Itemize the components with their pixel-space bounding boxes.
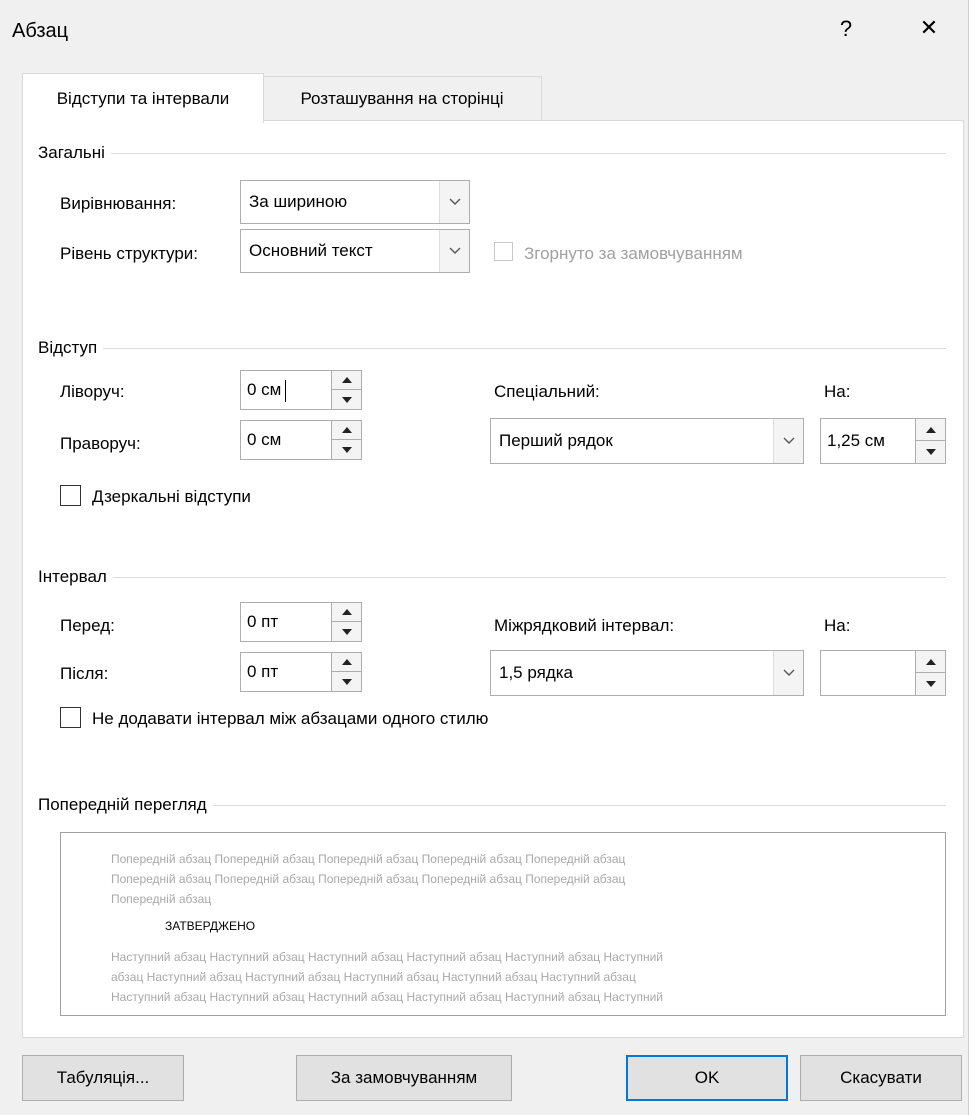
collapsed-checkbox[interactable] — [494, 242, 513, 261]
indent-by-spinner[interactable]: 1,25 см — [820, 418, 946, 464]
group-heading-spacing: Інтервал — [38, 567, 113, 587]
mirror-indents-label: Дзеркальні відступи — [92, 487, 251, 506]
spacing-before-value: 0 пт — [247, 612, 279, 631]
spin-buttons — [915, 651, 945, 695]
group-heading-general: Загальні — [38, 143, 111, 163]
close-icon: ✕ — [919, 15, 939, 40]
indent-left-value: 0 см — [247, 380, 282, 399]
spin-down-icon[interactable] — [916, 673, 945, 695]
special-indent-value: Перший рядок — [499, 431, 613, 450]
spin-down-icon[interactable] — [332, 440, 361, 459]
cancel-button[interactable]: Скасувати — [800, 1055, 962, 1101]
group-heading-preview: Попередній перегляд — [38, 795, 213, 815]
collapsed-label: Згорнуто за замовчуванням — [524, 244, 743, 263]
spin-up-icon[interactable] — [332, 653, 361, 672]
mirror-indents-checkbox[interactable] — [60, 485, 81, 506]
spin-down-icon[interactable] — [332, 672, 361, 691]
spin-up-icon[interactable] — [332, 371, 361, 390]
indent-by-label: На: — [824, 382, 851, 401]
chevron-down-icon — [439, 230, 469, 272]
preview-box: Попередній абзац Попередній абзац Попере… — [60, 832, 946, 1016]
outline-level-value: Основний текст — [249, 241, 373, 260]
line-spacing-select[interactable]: 1,5 рядка — [490, 650, 804, 696]
preview-next-line: Наступний абзац Наступний абзац Наступни… — [111, 990, 664, 1004]
outline-level-select[interactable]: Основний текст — [240, 229, 470, 273]
spin-up-icon[interactable] — [916, 419, 945, 441]
close-button[interactable]: ✕ — [912, 15, 946, 41]
preview-prev-line: Попередній абзац Попередній абзац Попере… — [111, 852, 626, 866]
alignment-label: Вирівнювання: — [60, 194, 177, 213]
group-divider — [40, 577, 946, 578]
text-cursor — [285, 380, 286, 402]
chevron-down-icon — [439, 181, 469, 223]
spin-down-icon[interactable] — [916, 441, 945, 463]
dialog-title: Абзац — [12, 20, 69, 42]
help-button[interactable]: ? — [832, 16, 860, 42]
ok-button-label: OK — [694, 1068, 720, 1087]
preview-prev-line: Попередній абзац Попередній абзац Попере… — [111, 872, 626, 886]
preview-next-line: Наступний абзац Наступний абзац Наступни… — [111, 950, 664, 964]
spacing-before-label: Перед: — [60, 616, 115, 635]
group-heading-indent: Відступ — [38, 338, 104, 358]
spacing-after-label: Після: — [60, 664, 109, 683]
indent-right-label: Праворуч: — [60, 434, 141, 453]
indent-left-label: Ліворуч: — [60, 382, 125, 401]
spin-up-icon[interactable] — [916, 651, 945, 673]
indent-by-value: 1,25 см — [827, 431, 885, 450]
chevron-down-icon — [773, 419, 803, 463]
spin-buttons — [331, 421, 361, 459]
indent-right-value: 0 см — [247, 430, 282, 449]
ok-button[interactable]: OK — [626, 1055, 788, 1101]
spin-down-icon[interactable] — [332, 390, 361, 409]
help-icon: ? — [839, 16, 853, 41]
cancel-button-label: Скасувати — [840, 1068, 922, 1087]
tabs-button-label: Табуляція... — [56, 1068, 150, 1087]
tabs-button[interactable]: Табуляція... — [22, 1055, 184, 1101]
spacing-before-spinner[interactable]: 0 пт — [240, 602, 362, 642]
chevron-down-icon — [773, 651, 803, 695]
spin-up-icon[interactable] — [332, 421, 361, 440]
spin-buttons — [331, 653, 361, 691]
group-divider — [40, 153, 946, 154]
dialog-edge — [968, 0, 969, 1115]
preview-next-line: абзац Наступний абзац Наступний абзац На… — [111, 970, 636, 984]
outline-level-label: Рівень структури: — [60, 244, 199, 263]
special-indent-select[interactable]: Перший рядок — [490, 418, 804, 464]
spacing-after-value: 0 пт — [247, 662, 279, 681]
alignment-value: За шириною — [249, 192, 348, 211]
spin-buttons — [331, 603, 361, 641]
tab-label: Розташування на сторінці — [300, 89, 504, 108]
tab-line-page-breaks[interactable]: Розташування на сторінці — [262, 76, 542, 122]
tab-indents-spacing[interactable]: Відступи та інтервали — [22, 73, 264, 123]
no-space-same-style-label: Не додавати інтервал між абзацами одного… — [92, 709, 489, 728]
indent-left-spinner[interactable]: 0 см — [240, 370, 362, 410]
line-spacing-value: 1,5 рядка — [499, 663, 574, 682]
spin-buttons — [331, 371, 361, 409]
spin-buttons — [915, 419, 945, 463]
line-spacing-at-label: На: — [824, 616, 851, 635]
set-as-default-button[interactable]: За замовчуванням — [296, 1055, 512, 1101]
spin-down-icon[interactable] — [332, 622, 361, 641]
tab-label: Відступи та інтервали — [56, 88, 230, 108]
set-as-default-button-label: За замовчуванням — [330, 1068, 478, 1087]
alignment-select[interactable]: За шириною — [240, 180, 470, 224]
preview-prev-line: Попередній абзац — [111, 892, 212, 906]
group-divider — [40, 348, 946, 349]
line-spacing-at-spinner[interactable] — [820, 650, 946, 696]
no-space-same-style-checkbox[interactable] — [60, 707, 81, 728]
spacing-after-spinner[interactable]: 0 пт — [240, 652, 362, 692]
preview-current-paragraph: ЗАТВЕРДЖЕНО — [165, 919, 256, 933]
line-spacing-label: Міжрядковий інтервал: — [494, 616, 675, 635]
spin-up-icon[interactable] — [332, 603, 361, 622]
special-indent-label: Спеціальний: — [494, 382, 600, 401]
indent-right-spinner[interactable]: 0 см — [240, 420, 362, 460]
